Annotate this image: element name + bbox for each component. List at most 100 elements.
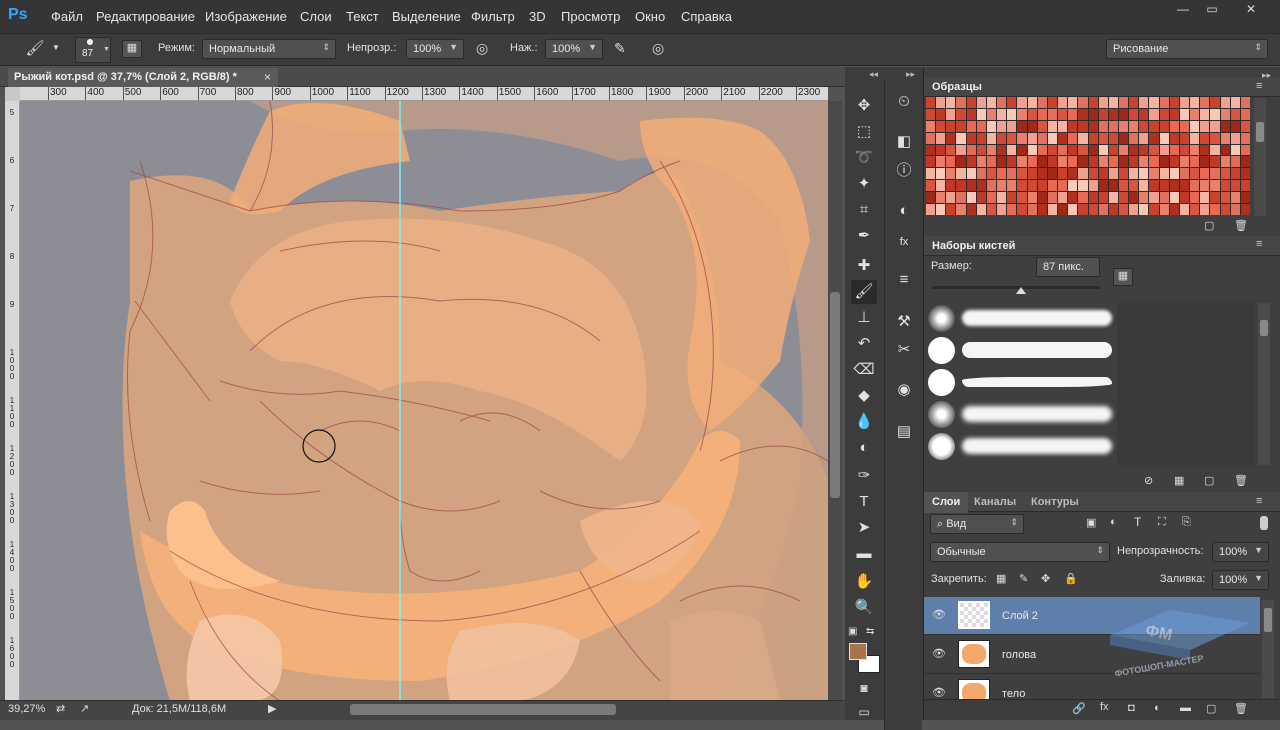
color-swatch[interactable] — [1058, 97, 1068, 108]
color-swatch[interactable] — [1068, 168, 1078, 180]
layer-name[interactable]: Слой 2 — [1002, 610, 1038, 622]
adjustments-panel-icon[interactable]: ◐ — [891, 199, 917, 223]
foreground-color-swatch[interactable] — [849, 643, 867, 660]
color-swatch[interactable] — [1190, 97, 1200, 108]
brush-preset-5[interactable] — [926, 431, 1114, 461]
color-swatch[interactable] — [966, 192, 976, 204]
color-swatch[interactable] — [1118, 132, 1129, 144]
toggle-brush-panel-icon[interactable]: ⊘ — [1144, 474, 1153, 487]
color-swatch[interactable] — [1078, 156, 1088, 168]
collapse-left-icon[interactable]: ◂◂ — [869, 69, 878, 80]
color-swatch[interactable] — [1149, 120, 1159, 132]
color-swatch[interactable] — [1078, 180, 1088, 192]
link-layers-icon[interactable]: 🔗 — [1072, 702, 1086, 715]
color-swatch[interactable] — [1210, 120, 1220, 132]
color-swatch[interactable] — [1190, 156, 1200, 168]
layer-fill-input[interactable]: 100% ▼ — [1212, 570, 1269, 590]
add-mask-icon[interactable]: ◘ — [1128, 702, 1135, 714]
color-swatch[interactable] — [936, 97, 946, 108]
color-swatch[interactable] — [1169, 120, 1179, 132]
color-swatch[interactable] — [1149, 180, 1159, 192]
color-swatch[interactable] — [1179, 120, 1190, 132]
color-swatch[interactable] — [1139, 204, 1149, 215]
color-swatch[interactable] — [966, 204, 976, 215]
horizontal-ruler[interactable]: 300 400 500 600 700 800 900 1000 1100 1200 1300 140… — [20, 87, 828, 101]
color-swatch[interactable] — [1078, 132, 1088, 144]
color-swatch[interactable] — [1190, 168, 1200, 180]
quick-mask-icon[interactable]: ◙ — [851, 676, 877, 700]
blur-tool-icon[interactable]: 💧 — [851, 410, 877, 434]
color-swatch[interactable] — [956, 132, 966, 144]
brush-size-picker[interactable]: 87 ▼ — [75, 37, 111, 63]
color-swatch[interactable] — [1129, 156, 1139, 168]
color-swatch[interactable] — [1129, 204, 1139, 215]
color-swatch[interactable] — [1017, 168, 1027, 180]
color-swatch[interactable] — [1088, 144, 1098, 156]
color-swatch[interactable] — [1179, 192, 1190, 204]
color-swatch[interactable] — [1230, 180, 1240, 192]
color-swatch[interactable] — [1230, 108, 1240, 120]
panel-menu-icon[interactable]: ≡ — [1256, 80, 1262, 92]
color-swatch[interactable] — [976, 156, 986, 168]
close-tab-icon[interactable]: × — [264, 70, 271, 84]
color-swatch[interactable] — [1159, 192, 1169, 204]
color-swatch[interactable] — [1078, 144, 1088, 156]
color-swatch[interactable] — [1200, 192, 1210, 204]
brush-presets-panel-icon[interactable]: ⚒ — [891, 310, 917, 334]
color-swatch[interactable] — [946, 204, 956, 215]
color-swatch[interactable] — [1027, 180, 1037, 192]
color-swatch[interactable] — [956, 168, 966, 180]
color-swatch[interactable] — [1037, 204, 1047, 215]
color-swatch[interactable] — [1098, 144, 1108, 156]
zoom-tool-icon[interactable]: 🔍 — [851, 596, 877, 620]
color-swatch[interactable] — [1149, 156, 1159, 168]
color-swatch[interactable] — [1179, 97, 1190, 108]
color-swatch[interactable] — [1230, 120, 1240, 132]
color-swatch[interactable] — [1139, 180, 1149, 192]
color-swatch[interactable] — [976, 168, 986, 180]
new-preset-icon[interactable]: ▢ — [1204, 474, 1214, 487]
color-swatch[interactable] — [1078, 204, 1088, 215]
color-swatch[interactable] — [936, 168, 946, 180]
horizontal-scroll-thumb[interactable] — [350, 704, 616, 715]
history-brush-tool-icon[interactable]: ↶ — [851, 332, 877, 356]
color-swatch[interactable] — [1159, 120, 1169, 132]
color-swatch[interactable] — [1210, 156, 1220, 168]
color-swatch[interactable] — [1159, 180, 1169, 192]
layer-filter-select[interactable]: ⌕ Вид ⇕ — [930, 514, 1024, 534]
color-swatch[interactable] — [1210, 97, 1220, 108]
color-swatch[interactable] — [1230, 156, 1240, 168]
menu-3d[interactable]: 3D — [529, 9, 546, 24]
rectangle-tool-icon[interactable]: ▬ — [851, 542, 877, 566]
menu-edit[interactable]: Редактирование — [96, 9, 195, 24]
marquee-tool-icon[interactable]: ⬚ — [851, 120, 877, 144]
color-swatch[interactable] — [1149, 132, 1159, 144]
swatches-scrollbar[interactable] — [1254, 98, 1266, 216]
brush-panel-icon[interactable]: ≡ — [891, 268, 917, 292]
trash-icon[interactable]: 🗑 — [1234, 219, 1248, 232]
color-swatch[interactable] — [1108, 156, 1118, 168]
swatches-panel-title[interactable]: Образцы — [924, 77, 1280, 97]
actions-panel-icon[interactable]: ▤ — [891, 420, 917, 444]
color-swatch[interactable] — [1129, 120, 1139, 132]
color-swatch[interactable] — [1240, 192, 1250, 204]
flow-input[interactable]: 100% ▼ — [545, 39, 603, 59]
color-swatch[interactable] — [1068, 180, 1078, 192]
dodge-tool-icon[interactable]: ◐ — [851, 436, 877, 460]
color-swatch[interactable] — [997, 120, 1007, 132]
color-swatch[interactable] — [1058, 204, 1068, 215]
color-swatch[interactable] — [956, 204, 966, 215]
color-swatch[interactable] — [1068, 204, 1078, 215]
color-swatch[interactable] — [1037, 180, 1047, 192]
menu-select[interactable]: Выделение — [392, 9, 461, 24]
color-swatch[interactable] — [1058, 120, 1068, 132]
color-swatch[interactable] — [1007, 144, 1017, 156]
lock-pixels-icon[interactable]: ✎ — [1019, 572, 1028, 585]
color-swatch[interactable] — [1007, 132, 1017, 144]
color-swatch[interactable] — [1027, 204, 1037, 215]
collapse-panels-icon[interactable]: ▸▸ — [1262, 70, 1271, 81]
color-swatch[interactable] — [1108, 192, 1118, 204]
color-swatch[interactable] — [1240, 97, 1250, 108]
adjustment-layer-icon[interactable]: ◐ — [1154, 702, 1161, 714]
color-swatch[interactable] — [976, 97, 986, 108]
